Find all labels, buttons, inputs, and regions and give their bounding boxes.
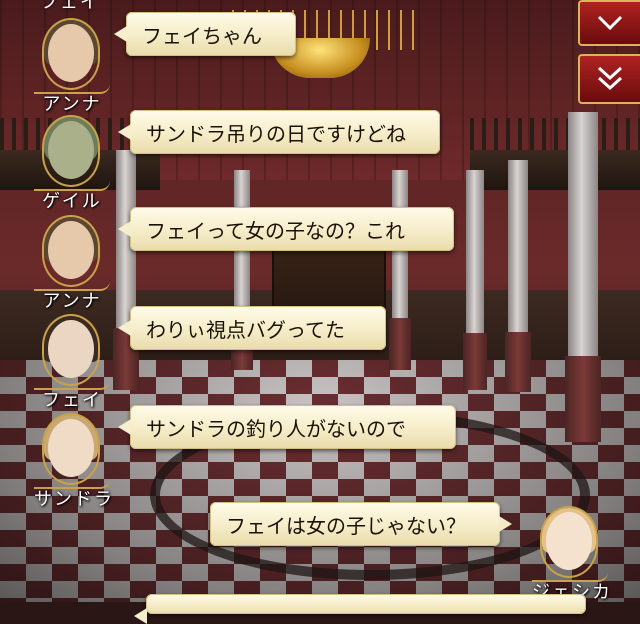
fast-forward-button[interactable]	[578, 54, 640, 104]
pillar	[113, 150, 139, 390]
speaker-name: アンナ	[42, 94, 102, 115]
avatar-fei[interactable]: フェイ	[34, 314, 110, 411]
speaker-name: ゲイル	[42, 191, 102, 212]
balcony-rail-right	[470, 118, 640, 154]
message-bubble: サンドラ吊りの日ですけどね	[118, 110, 440, 154]
cut-off-speaker-name: フェイ	[40, 0, 100, 13]
avatar-sandra[interactable]: サンドラ	[34, 413, 114, 510]
avatar-anna[interactable]: アンナ	[34, 18, 110, 115]
avatar-jessica[interactable]: ジェシカ	[532, 506, 610, 603]
speaker-name: フェイ	[42, 390, 102, 411]
pillar	[389, 170, 411, 370]
avatar-anna[interactable]: アンナ	[34, 215, 110, 312]
double-chevron-down-icon	[597, 66, 623, 91]
speaker-name: アンナ	[42, 291, 102, 312]
message-text: フェイちゃん	[142, 23, 262, 48]
message-text: フェイは女の子じゃない？	[226, 513, 466, 538]
message-text: サンドラの釣り人がないので	[146, 416, 406, 441]
scroll-down-button[interactable]	[578, 0, 640, 46]
pillar	[505, 160, 531, 392]
message-bubble-partial	[134, 594, 586, 624]
message-text: フェイって女の子なの？これ	[146, 218, 405, 243]
message-text: わりぃ視点バグってた	[146, 317, 345, 342]
balcony-right	[470, 150, 640, 190]
message-bubble: わりぃ視点バグってた	[118, 306, 386, 350]
speaker-name: サンドラ	[34, 489, 114, 510]
avatar-gale[interactable]: ゲイル	[34, 115, 110, 212]
message-bubble: フェイちゃん	[114, 12, 296, 56]
message-bubble: フェイは女の子じゃない？	[210, 502, 512, 546]
chevron-down-icon	[597, 15, 623, 31]
message-bubble: フェイって女の子なの？これ	[118, 207, 454, 251]
message-bubble: サンドラの釣り人がないので	[118, 405, 456, 449]
pillar	[463, 170, 487, 390]
message-text: サンドラ吊りの日ですけどね	[146, 121, 406, 146]
pillar	[565, 112, 601, 442]
